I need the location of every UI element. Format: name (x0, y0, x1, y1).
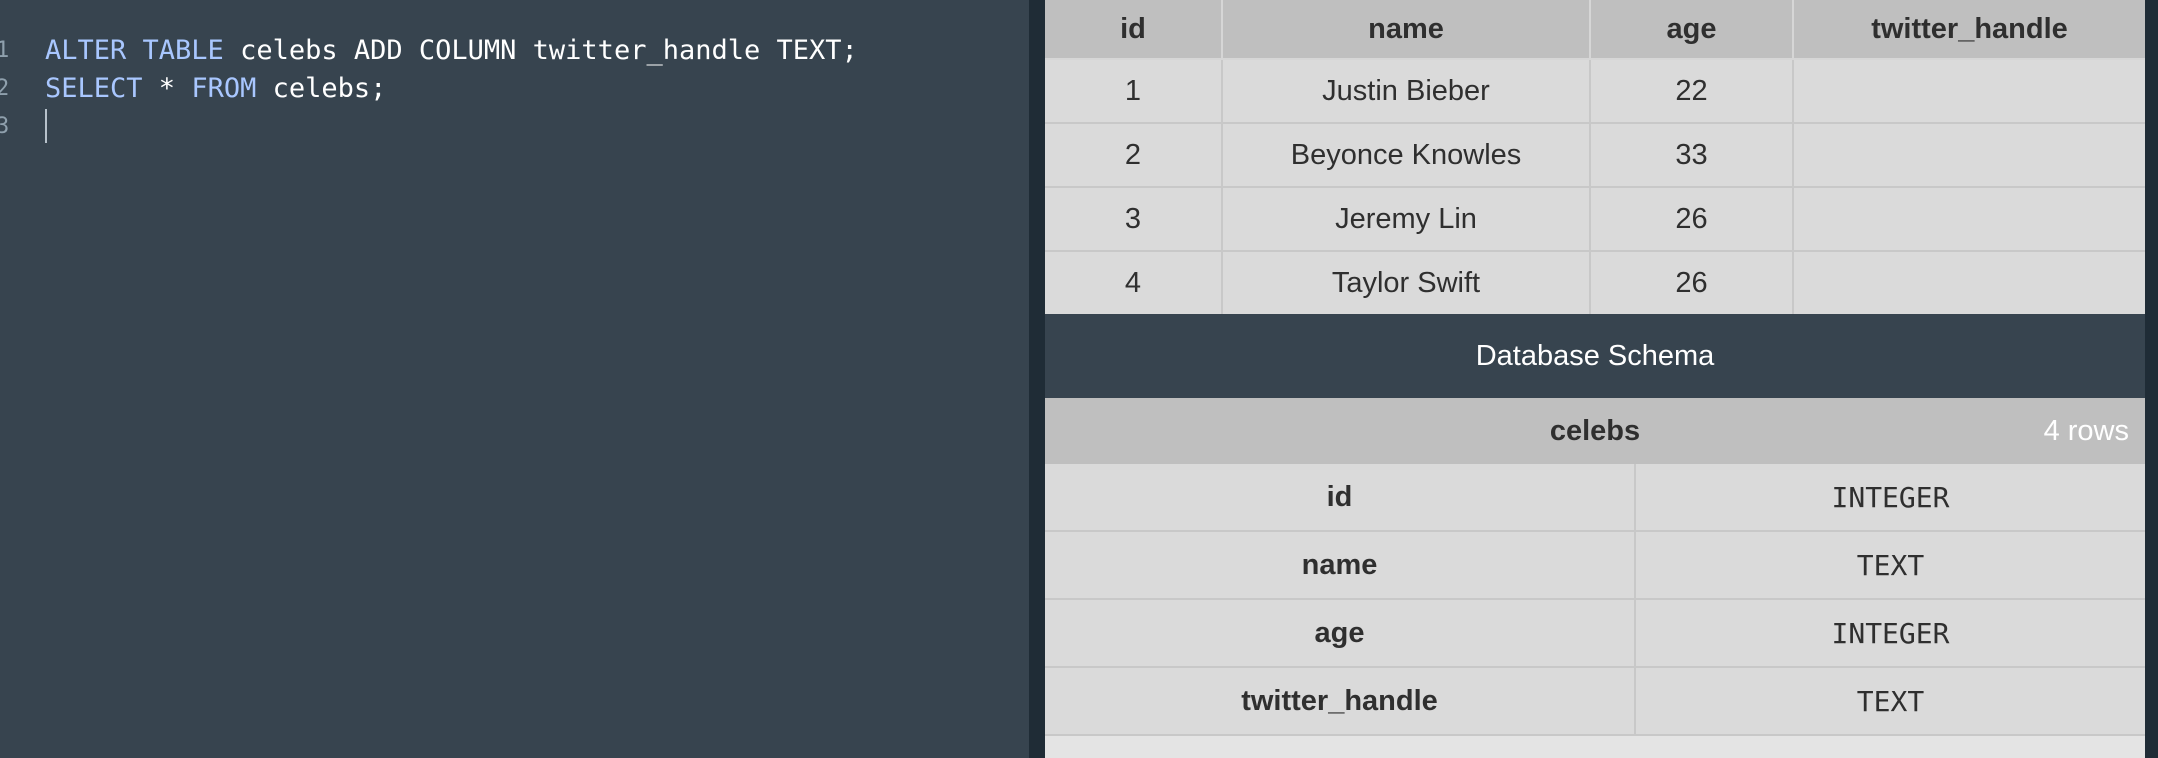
cell-age: 26 (1590, 187, 1794, 252)
table-row: 2 Beyonce Knowles 33 (1045, 123, 2145, 188)
field-name: name (1045, 531, 1636, 600)
table-row: 3 Jeremy Lin 26 (1045, 187, 2145, 252)
schema-fields-table: id INTEGER name TEXT age INTEGER twitter… (1045, 464, 2145, 736)
database-schema-title: Database Schema (1045, 314, 2145, 398)
code-line-1[interactable]: 1 ALTER TABLE celebs ADD COLUMN twitter_… (0, 31, 858, 69)
field-type: TEXT (1635, 531, 2145, 600)
code-text: celebs; (256, 72, 387, 104)
column-header-twitter-handle: twitter_handle (1793, 0, 2145, 60)
schema-table-header: celebs 4 rows (1045, 398, 2145, 464)
code-line-3[interactable]: 3 (0, 107, 47, 145)
cell-id: 1 (1045, 59, 1223, 124)
cell-id: 3 (1045, 187, 1223, 252)
schema-table-name: celebs (1549, 414, 1641, 447)
results-panel: id name age twitter_handle 1 Justin Bieb… (1045, 0, 2145, 758)
cell-age: 26 (1590, 251, 1794, 316)
code-keyword: FROM (191, 72, 257, 104)
code-keyword: ALTER TABLE (45, 34, 224, 66)
cell-id: 4 (1045, 251, 1223, 316)
field-name: twitter_handle (1045, 667, 1636, 736)
cell-name: Justin Bieber (1222, 59, 1591, 124)
code-text: * (142, 72, 192, 104)
line-number: 3 (0, 113, 10, 139)
table-row: 4 Taylor Swift 26 (1045, 251, 2145, 316)
column-header-age: age (1590, 0, 1794, 60)
field-type: INTEGER (1635, 599, 2145, 668)
table-header-row: id name age twitter_handle (1045, 0, 2145, 60)
field-type: INTEGER (1635, 464, 2145, 532)
cell-name: Taylor Swift (1222, 251, 1591, 316)
field-name: id (1045, 464, 1636, 532)
cell-twitter-handle (1793, 187, 2145, 252)
cell-twitter-handle (1793, 123, 2145, 188)
right-scrollbar-track[interactable] (2145, 0, 2158, 758)
table-row: 1 Justin Bieber 22 (1045, 59, 2145, 124)
code-text: celebs ADD COLUMN twitter_handle TEXT; (223, 34, 858, 66)
query-result-table: id name age twitter_handle 1 Justin Bieb… (1045, 0, 2145, 316)
code-keyword: SELECT (45, 72, 143, 104)
field-name: age (1045, 599, 1636, 668)
sql-editor[interactable]: 1 ALTER TABLE celebs ADD COLUMN twitter_… (0, 0, 1029, 758)
schema-field-row: age INTEGER (1045, 599, 2145, 668)
cell-name: Beyonce Knowles (1222, 123, 1591, 188)
schema-row-count: 4 rows (2043, 414, 2129, 447)
schema-field-row: name TEXT (1045, 531, 2145, 600)
cell-twitter-handle (1793, 251, 2145, 316)
line-number: 2 (0, 75, 10, 101)
cell-id: 2 (1045, 123, 1223, 188)
cell-name: Jeremy Lin (1222, 187, 1591, 252)
field-type: TEXT (1635, 667, 2145, 736)
column-header-name: name (1222, 0, 1591, 60)
line-number: 1 (0, 37, 10, 63)
cell-age: 33 (1590, 123, 1794, 188)
schema-field-row: twitter_handle TEXT (1045, 667, 2145, 736)
code-line-2[interactable]: 2 SELECT * FROM celebs; (0, 69, 386, 107)
schema-field-row: id INTEGER (1045, 464, 2145, 532)
cell-twitter-handle (1793, 59, 2145, 124)
text-cursor (45, 109, 47, 143)
column-header-id: id (1045, 0, 1223, 60)
cell-age: 22 (1590, 59, 1794, 124)
panel-divider[interactable] (1029, 0, 1045, 758)
